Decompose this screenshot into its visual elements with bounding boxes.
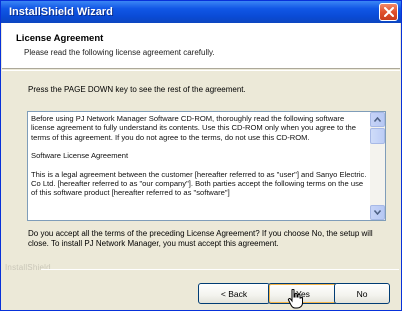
instruction-text: Press the PAGE DOWN key to see the rest … <box>28 85 246 94</box>
installshield-window: InstallShield Wizard License Agreement P… <box>0 0 402 311</box>
license-paragraph: This is a legal agreement between the cu… <box>31 169 367 198</box>
license-paragraph: Before using PJ Network Manager Software… <box>31 114 357 142</box>
footer-divider <box>41 269 399 270</box>
back-button[interactable]: < Back <box>198 283 270 304</box>
page-title: License Agreement <box>16 33 104 44</box>
accept-question: Do you accept all the terms of the prece… <box>28 229 373 248</box>
no-button[interactable]: No <box>334 283 390 304</box>
arrow-down-icon <box>374 210 381 215</box>
scroll-up-button[interactable] <box>370 112 385 127</box>
title-bar[interactable]: InstallShield Wizard <box>1 1 401 23</box>
window-title: InstallShield Wizard <box>9 6 113 18</box>
license-text: Before using PJ Network Manager Software… <box>31 114 369 207</box>
arrow-up-icon <box>374 117 381 122</box>
scroll-down-button[interactable] <box>370 205 385 220</box>
header-divider <box>2 70 400 71</box>
mouse-cursor-icon <box>287 289 303 309</box>
license-paragraph: Software License Agreement <box>31 151 129 161</box>
close-icon <box>383 7 394 17</box>
close-button[interactable] <box>379 3 398 21</box>
license-textbox[interactable]: Before using PJ Network Manager Software… <box>27 111 386 221</box>
page-subtitle: Please read the following license agreem… <box>24 48 215 57</box>
installshield-brand: InstallShield <box>5 263 51 272</box>
yes-button[interactable]: Yes <box>268 283 338 304</box>
vertical-scrollbar[interactable] <box>370 112 385 220</box>
scroll-thumb[interactable] <box>370 128 385 144</box>
header-panel: License Agreement Please read the follow… <box>2 23 400 69</box>
